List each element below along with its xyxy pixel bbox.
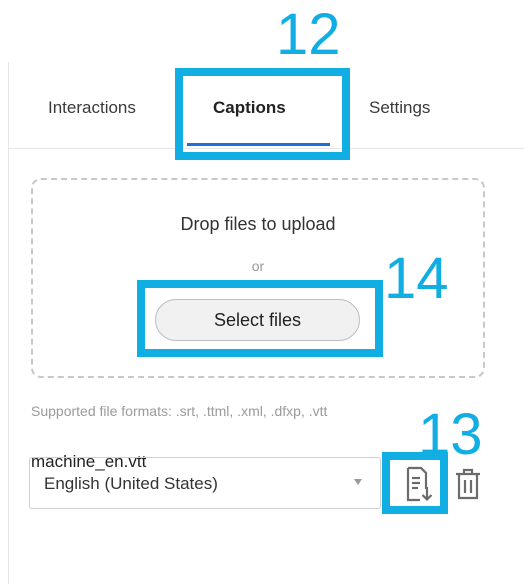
delete-caption-button[interactable]	[451, 462, 485, 506]
supported-formats-text: Supported file formats: .srt, .ttml, .xm…	[31, 403, 328, 419]
tab-interactions[interactable]: Interactions	[48, 98, 136, 118]
trash-icon	[456, 468, 480, 500]
drop-zone-title: Drop files to upload	[180, 214, 336, 234]
annotation-number-12: 12	[276, 2, 341, 67]
annotation-box-captions	[175, 68, 350, 160]
annotation-box-select-files	[137, 280, 383, 357]
language-select[interactable]: English (United States)	[29, 457, 381, 509]
language-select-value: English (United States)	[44, 474, 218, 493]
tab-settings[interactable]: Settings	[369, 98, 430, 118]
annotation-number-14: 14	[384, 246, 449, 311]
chevron-down-icon	[354, 479, 362, 485]
annotation-number-13: 13	[418, 402, 483, 467]
